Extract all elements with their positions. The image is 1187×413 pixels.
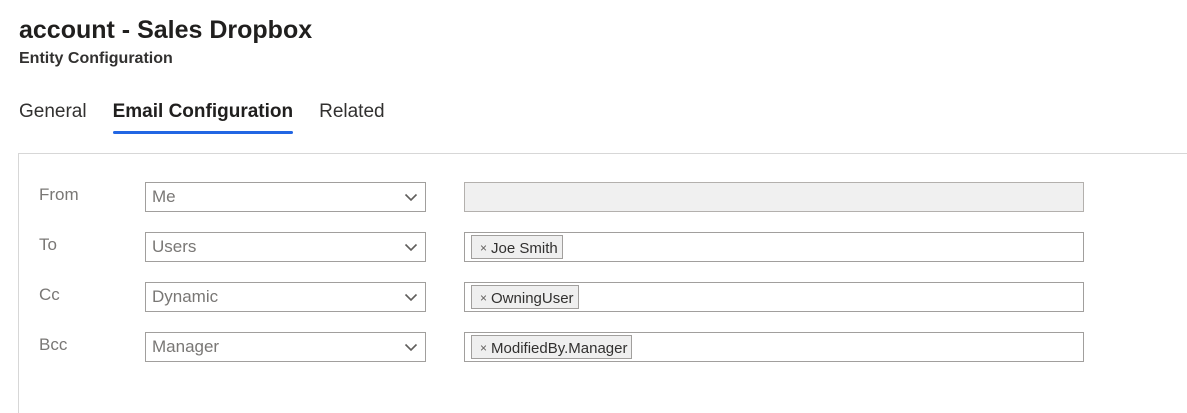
from-type-select[interactable]: Me xyxy=(145,182,426,212)
chevron-down-icon xyxy=(404,243,418,252)
cc-label: Cc xyxy=(39,285,60,304)
remove-chip-icon[interactable]: × xyxy=(480,285,487,309)
tab-general[interactable]: General xyxy=(19,96,87,136)
to-recipient-field[interactable]: × Joe Smith xyxy=(464,232,1084,262)
bcc-label: Bcc xyxy=(39,335,68,354)
page-title: account - Sales Dropbox xyxy=(19,16,313,44)
email-configuration-panel: From Me To Users × Joe Smith Cc Dynamic … xyxy=(18,153,1187,413)
remove-chip-icon[interactable]: × xyxy=(480,235,487,259)
chevron-down-icon xyxy=(404,293,418,302)
tab-bar: General Email Configuration Related xyxy=(19,96,411,136)
tab-related[interactable]: Related xyxy=(319,96,385,136)
from-label: From xyxy=(39,185,79,204)
recipient-chip-label: OwningUser xyxy=(491,289,574,307)
from-recipient-field xyxy=(464,182,1084,212)
to-type-select[interactable]: Users xyxy=(145,232,426,262)
tab-email-configuration[interactable]: Email Configuration xyxy=(112,96,293,136)
chevron-down-icon xyxy=(404,193,418,202)
cc-recipient-field[interactable]: × OwningUser xyxy=(464,282,1084,312)
cc-type-select[interactable]: Dynamic xyxy=(145,282,426,312)
page-subtitle: Entity Configuration xyxy=(19,50,173,67)
recipient-chip: × OwningUser xyxy=(471,285,579,309)
remove-chip-icon[interactable]: × xyxy=(480,335,487,359)
cc-type-value: Dynamic xyxy=(152,287,219,306)
recipient-chip-label: ModifiedBy.Manager xyxy=(491,339,628,357)
page-header: account - Sales Dropbox Entity Configura… xyxy=(19,14,312,70)
recipient-chip: × Joe Smith xyxy=(471,235,563,259)
bcc-recipient-field[interactable]: × ModifiedBy.Manager xyxy=(464,332,1084,362)
chevron-down-icon xyxy=(404,343,418,352)
bcc-type-select[interactable]: Manager xyxy=(145,332,426,362)
recipient-chip-label: Joe Smith xyxy=(491,239,558,257)
from-type-value: Me xyxy=(152,187,176,206)
to-label: To xyxy=(39,235,57,254)
to-type-value: Users xyxy=(152,237,197,256)
recipient-chip: × ModifiedBy.Manager xyxy=(471,335,633,359)
bcc-type-value: Manager xyxy=(152,337,220,356)
